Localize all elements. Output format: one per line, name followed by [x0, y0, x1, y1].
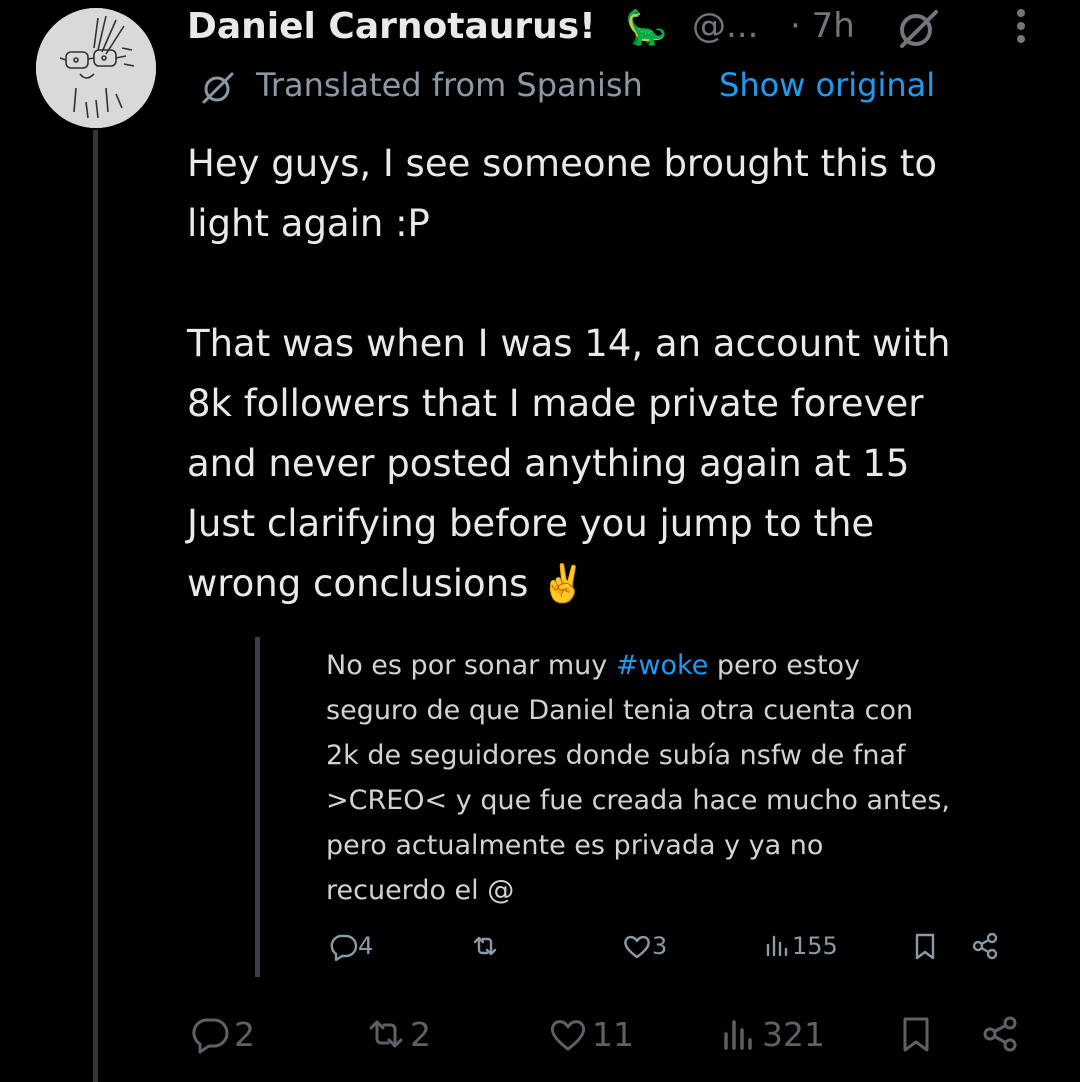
share-button[interactable] [980, 1008, 1020, 1060]
heart-icon [624, 935, 650, 959]
quote-text-rest: pero estoy seguro de que Daniel tenia ot… [326, 650, 951, 906]
views-count: 321 [762, 1014, 825, 1054]
translate-icon [202, 72, 234, 104]
reply-count: 2 [234, 1014, 255, 1054]
avatar[interactable] [36, 8, 156, 128]
quote-text-start: No es por sonar muy [326, 650, 616, 681]
reply-icon [330, 934, 358, 961]
quoted-post-text[interactable]: No es por sonar muy #woke pero estoy seg… [326, 643, 1026, 913]
tweet-text: Hey guys, I see someone brought this to … [187, 142, 951, 605]
reply-button[interactable]: 2 [190, 1008, 255, 1060]
quote-views-count: 155 [792, 932, 838, 960]
retweet-button[interactable]: 2 [366, 1008, 431, 1060]
author-handle[interactable]: @... [692, 6, 758, 46]
thread-line [93, 130, 98, 1082]
heart-icon [550, 1020, 586, 1051]
retweet-icon [369, 1020, 403, 1048]
hashtag-link[interactable]: #woke [616, 650, 709, 681]
translated-label: Translated from Spanish [256, 66, 643, 104]
quote-share-button[interactable] [970, 926, 1000, 966]
quote-like-count: 3 [652, 932, 668, 960]
quote-bookmark-button[interactable] [910, 926, 940, 966]
quote-like-button[interactable]: 3 [622, 926, 667, 966]
quote-views-button[interactable]: 155 [762, 926, 838, 966]
retweet-count: 2 [410, 1014, 431, 1054]
quote-reply-button[interactable]: 4 [328, 926, 373, 966]
bookmark-icon [915, 933, 935, 960]
retweet-icon [473, 936, 497, 956]
views-button[interactable]: 321 [718, 1008, 825, 1060]
post-time[interactable]: · 7h [790, 6, 855, 46]
quote-reply-count: 4 [358, 932, 374, 960]
bookmark-button[interactable] [896, 1008, 936, 1060]
quote-retweet-button[interactable] [470, 926, 500, 966]
reply-icon [192, 1018, 229, 1054]
bookmark-icon [903, 1017, 929, 1052]
like-count: 11 [592, 1014, 634, 1054]
time-separator: · [790, 6, 801, 46]
like-button[interactable]: 11 [548, 1008, 634, 1060]
more-options-icon[interactable] [1004, 4, 1038, 50]
author-emoji: 🦕 [625, 8, 668, 48]
author-display-name[interactable]: Daniel Carnotaurus! [187, 6, 596, 47]
share-icon [972, 932, 998, 960]
show-original-link[interactable]: Show original [719, 66, 935, 104]
time-label: 7h [811, 6, 855, 46]
views-icon [724, 1020, 752, 1050]
share-icon [983, 1016, 1017, 1052]
quote-thread-line [255, 637, 260, 977]
views-icon [766, 935, 788, 957]
grok-icon[interactable] [896, 6, 942, 52]
